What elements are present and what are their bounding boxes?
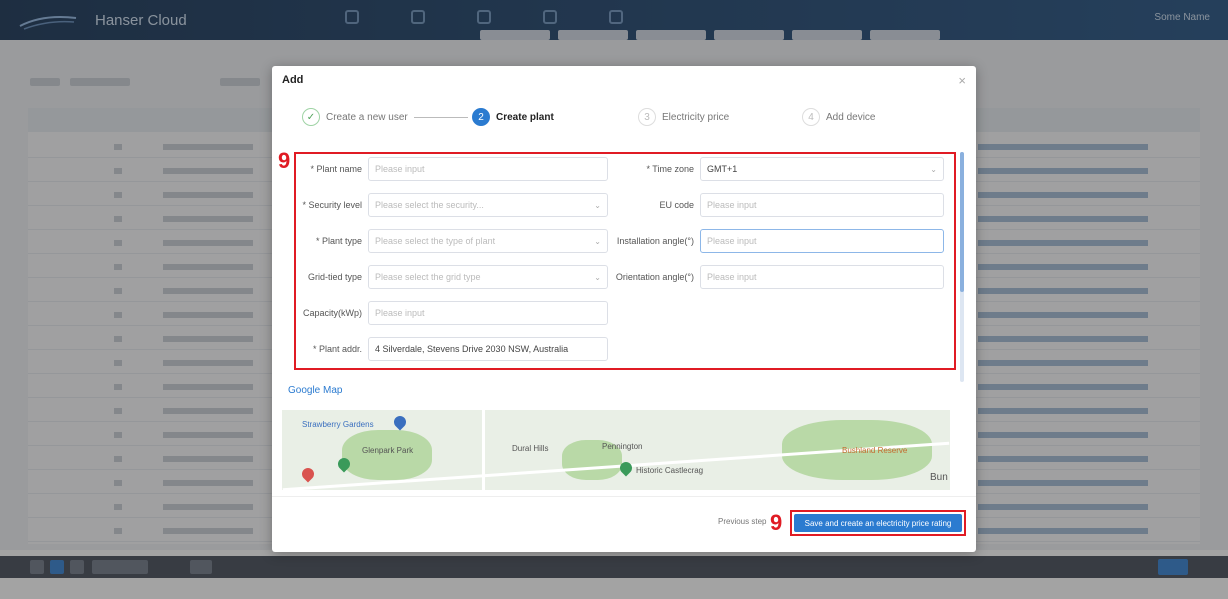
installation-angle-input[interactable]: Please input: [700, 229, 944, 253]
check-icon: ✓: [302, 108, 320, 126]
google-map-link[interactable]: Google Map: [288, 385, 342, 396]
step-add-device: 4 Add device: [802, 108, 875, 126]
grid-tied-type-field: Grid-tied type Please select the grid ty…: [298, 264, 608, 290]
security-level-select[interactable]: Please select the security... ⌄: [368, 193, 608, 217]
plant-name-input[interactable]: Please input: [368, 157, 608, 181]
plant-type-select[interactable]: Please select the type of plant ⌄: [368, 229, 608, 253]
installation-angle-field: Installation angle(°) Please input: [608, 228, 944, 254]
chevron-down-icon: ⌄: [930, 164, 937, 174]
chevron-down-icon: ⌄: [594, 200, 601, 210]
wizard-steps: ✓ Create a new user 2 Create plant 3 Ele…: [302, 108, 952, 132]
previous-step-button[interactable]: Previous step: [718, 517, 766, 526]
map-label: Bushland Reserve: [842, 446, 908, 455]
form-scrollbar[interactable]: [960, 152, 964, 382]
annotation-marker: 9: [770, 510, 783, 535]
step-create-plant: 2 Create plant: [472, 108, 554, 126]
orientation-angle-field: Orientation angle(°) Please input: [608, 264, 944, 290]
eu-code-field: EU code Please input: [608, 192, 944, 218]
security-level-field: * Security level Please select the secur…: [298, 192, 608, 218]
map-pin-icon[interactable]: [391, 413, 409, 431]
map-label: Glenpark Park: [362, 446, 414, 455]
time-zone-field: * Time zone GMT+1 ⌄: [608, 156, 944, 182]
highlighted-save-area: Save and create an electricity price rat…: [790, 510, 966, 536]
step-create-user: ✓ Create a new user: [302, 108, 408, 126]
add-dialog: Add × ✓ Create a new user 2 Create plant…: [272, 66, 976, 552]
capacity-input[interactable]: Please input: [368, 301, 608, 325]
footer-divider: [272, 496, 976, 497]
map-label: Pennington: [602, 442, 643, 451]
map-view[interactable]: Strawberry Gardens Glenpark Park Dural H…: [282, 410, 950, 490]
step-electricity-price: 3 Electricity price: [638, 108, 729, 126]
orientation-angle-input[interactable]: Please input: [700, 265, 944, 289]
dialog-title: Add: [282, 74, 304, 86]
map-park: [342, 430, 432, 480]
grid-tied-type-select[interactable]: Please select the grid type ⌄: [368, 265, 608, 289]
chevron-down-icon: ⌄: [594, 236, 601, 246]
plant-type-field: * Plant type Please select the type of p…: [298, 228, 608, 254]
scrollbar-thumb[interactable]: [960, 152, 964, 292]
map-label: Dural Hills: [512, 444, 549, 453]
time-zone-select[interactable]: GMT+1 ⌄: [700, 157, 944, 181]
eu-code-input[interactable]: Please input: [700, 193, 944, 217]
map-pin-icon[interactable]: [299, 465, 317, 483]
annotation-marker: 9: [278, 148, 291, 173]
capacity-field: Capacity(kWp) Please input: [298, 300, 608, 326]
map-road: [482, 410, 485, 490]
map-label: Bun: [930, 472, 948, 483]
map-label: Strawberry Gardens: [302, 420, 374, 429]
plant-address-field: * Plant addr. 4 Silverdale, Stevens Driv…: [298, 336, 608, 362]
map-label: Historic Castlecrag: [636, 466, 704, 475]
plant-address-input[interactable]: 4 Silverdale, Stevens Drive 2030 NSW, Au…: [368, 337, 608, 361]
chevron-down-icon: ⌄: [594, 272, 601, 282]
plant-name-field: * Plant name Please input: [298, 156, 608, 182]
close-icon[interactable]: ×: [958, 73, 966, 88]
step-connector: [414, 117, 468, 118]
save-and-create-price-button[interactable]: Save and create an electricity price rat…: [794, 514, 962, 532]
